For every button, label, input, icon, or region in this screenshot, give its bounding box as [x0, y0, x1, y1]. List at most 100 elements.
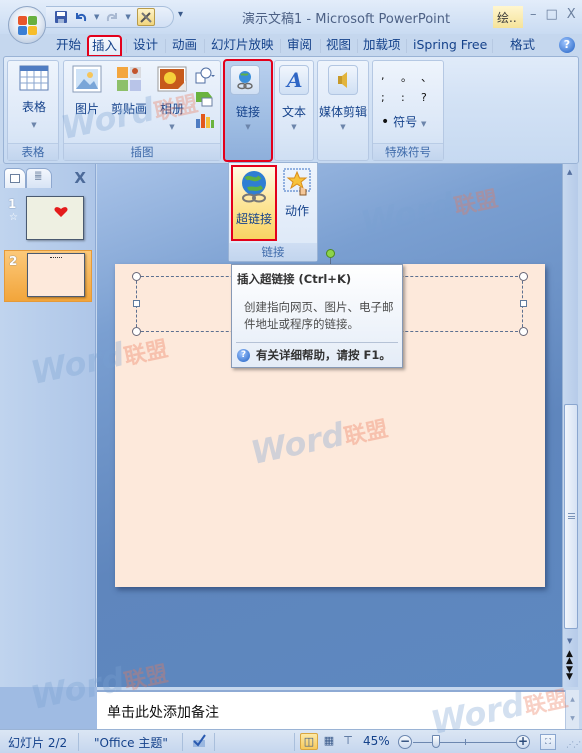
speaker-icon	[338, 72, 347, 88]
tab-ispring[interactable]: iSpring Free	[410, 36, 490, 56]
resize-handle[interactable]	[520, 300, 527, 307]
symbol-period[interactable]: 。	[401, 69, 421, 85]
customize-qat-button[interactable]: ▾	[178, 9, 183, 20]
hyperlink-tooltip: 插入超链接 (Ctrl+K) 创建指向网页、图片、电子邮件地址或程序的链接。 ?…	[231, 264, 403, 368]
tooltip-help-text: 有关详细帮助，请按 F1。	[256, 348, 391, 362]
tab-format[interactable]: 格式	[507, 36, 538, 56]
undo-dropdown-icon[interactable]: ▼	[94, 13, 99, 21]
maximize-button[interactable]: □	[546, 7, 558, 22]
notes-pane[interactable]: 单击此处添加备注	[97, 690, 565, 729]
action-button[interactable]: 动作	[279, 167, 315, 219]
symbol-comma[interactable]: ,	[381, 69, 401, 85]
slide-sorter-view-button[interactable]: ▦	[320, 733, 338, 750]
slideshow-view-button[interactable]: ⊤	[339, 733, 357, 750]
resize-handle[interactable]	[132, 327, 141, 336]
photo-album-button[interactable]: 相册 ▼	[154, 65, 190, 131]
table-icon	[19, 65, 49, 91]
office-button[interactable]	[8, 6, 46, 44]
symbol-colon[interactable]: :	[401, 91, 421, 104]
tools-icon[interactable]	[136, 8, 155, 26]
notes-placeholder[interactable]: 单击此处添加备注	[107, 702, 219, 722]
chart-button[interactable]	[194, 111, 218, 133]
tab-separator	[204, 39, 205, 53]
clipart-button[interactable]: 剪贴画	[108, 65, 150, 117]
normal-view-button[interactable]: ◫	[300, 733, 318, 750]
hyperlink-label: 超链接	[235, 212, 272, 226]
resize-handle[interactable]	[519, 327, 528, 336]
status-separator	[78, 733, 79, 751]
tab-animations[interactable]: 动画	[169, 36, 200, 56]
slides-tab[interactable]	[4, 168, 26, 188]
symbol-label: 符号	[393, 115, 418, 129]
scroll-down-icon[interactable]: ▼	[566, 715, 579, 722]
resize-handle[interactable]	[133, 300, 140, 307]
text-button[interactable]: A 文本 ▼	[274, 60, 314, 161]
panel-close-icon[interactable]: X	[74, 169, 86, 187]
tab-separator	[165, 39, 166, 53]
hyperlink-button[interactable]: 超链接	[231, 165, 277, 241]
title-bar: ▼ ▼ ▾ 演示文稿1 - Microsoft PowerPoint 绘.. –…	[0, 0, 582, 34]
scroll-down-icon[interactable]: ▼	[567, 637, 572, 645]
minimize-button[interactable]: –	[530, 7, 537, 22]
slide-thumbnail-1[interactable]: 1 ☆	[4, 194, 92, 244]
tab-home[interactable]: 开始	[53, 36, 84, 56]
redo-dropdown-icon[interactable]: ▼	[125, 13, 130, 21]
save-icon[interactable]	[54, 10, 68, 24]
fit-to-window-button[interactable]: ⛶	[540, 734, 556, 750]
group-label-special-symbols: 特殊符号	[373, 143, 443, 160]
action-label: 动作	[284, 204, 309, 218]
tab-separator	[492, 39, 493, 53]
slides-panel: ≡ ≡ X 1 ☆ 2	[0, 164, 96, 687]
tab-addins[interactable]: 加载项	[360, 36, 404, 56]
drawing-tools-context-tab[interactable]: 绘..	[493, 6, 523, 28]
action-star-icon	[283, 168, 311, 196]
scroll-up-icon[interactable]: ▲	[567, 168, 572, 176]
smartart-button[interactable]	[194, 89, 218, 111]
zoom-slider-thumb[interactable]	[432, 735, 440, 748]
close-button[interactable]: X	[567, 7, 576, 22]
undo-icon[interactable]	[74, 10, 88, 24]
previous-slide-icon[interactable]: ▲ ▲	[566, 650, 573, 666]
chevron-down-icon: ▼	[31, 121, 37, 129]
group-label-table: 表格	[8, 143, 58, 160]
vertical-scrollbar[interactable]: ▲ ▼ ▲ ▲ ▼ ▼	[562, 164, 578, 687]
quick-access-toolbar: ▼ ▼	[46, 6, 174, 28]
zoom-level[interactable]: 45%	[363, 734, 390, 748]
tab-view[interactable]: 视图	[323, 36, 354, 56]
redo-icon[interactable]	[105, 10, 119, 24]
scroll-up-icon[interactable]: ▲	[566, 696, 579, 703]
links-button[interactable]: 链接 ▼	[223, 59, 273, 162]
spell-check-icon[interactable]	[190, 732, 208, 753]
help-icon[interactable]: ?	[559, 37, 575, 53]
symbol-question[interactable]: ?	[421, 91, 441, 104]
photo-album-icon	[157, 66, 187, 92]
slide-thumbnail-2[interactable]: 2	[4, 250, 92, 302]
resize-handle[interactable]	[519, 272, 528, 281]
symbol-semicolon[interactable]: ;	[381, 91, 401, 104]
rotation-handle[interactable]	[326, 249, 335, 258]
picture-button[interactable]: 图片	[68, 65, 106, 117]
outline-tab[interactable]: ≡ ≡	[26, 168, 52, 188]
zoom-in-button[interactable]: +	[516, 735, 530, 749]
tab-insert[interactable]: 插入	[86, 35, 123, 57]
tab-review[interactable]: 审阅	[284, 36, 315, 56]
table-button[interactable]: 表格 ▼	[12, 65, 56, 129]
tab-slideshow[interactable]: 幻灯片放映	[208, 36, 277, 56]
slide-number: 1	[8, 197, 17, 211]
scrollbar-thumb[interactable]	[564, 404, 578, 629]
zoom-out-button[interactable]: −	[398, 735, 412, 749]
shapes-icon	[195, 67, 215, 84]
shapes-button[interactable]	[194, 67, 218, 89]
symbol-button[interactable]: • 符号 ▼	[381, 113, 426, 130]
resize-grip-icon[interactable]: ⋰⋰	[566, 740, 581, 749]
resize-handle[interactable]	[132, 272, 141, 281]
tab-design[interactable]: 设计	[130, 36, 161, 56]
group-label-illustrations: 插图	[64, 143, 220, 160]
symbol-enum-comma[interactable]: 、	[421, 69, 441, 85]
group-special-symbols: , 。 、 ; : ? • 符号 ▼ 特殊符号	[372, 60, 444, 161]
notes-scrollbar[interactable]: ▲ ▼	[565, 690, 579, 729]
next-slide-icon[interactable]: ▼ ▼	[566, 666, 573, 682]
media-clip-button[interactable]: 媒体剪辑 ▼	[317, 60, 369, 161]
slide-editing-area	[97, 164, 562, 687]
tooltip-help: ? 有关详细帮助，请按 F1。	[237, 347, 391, 363]
